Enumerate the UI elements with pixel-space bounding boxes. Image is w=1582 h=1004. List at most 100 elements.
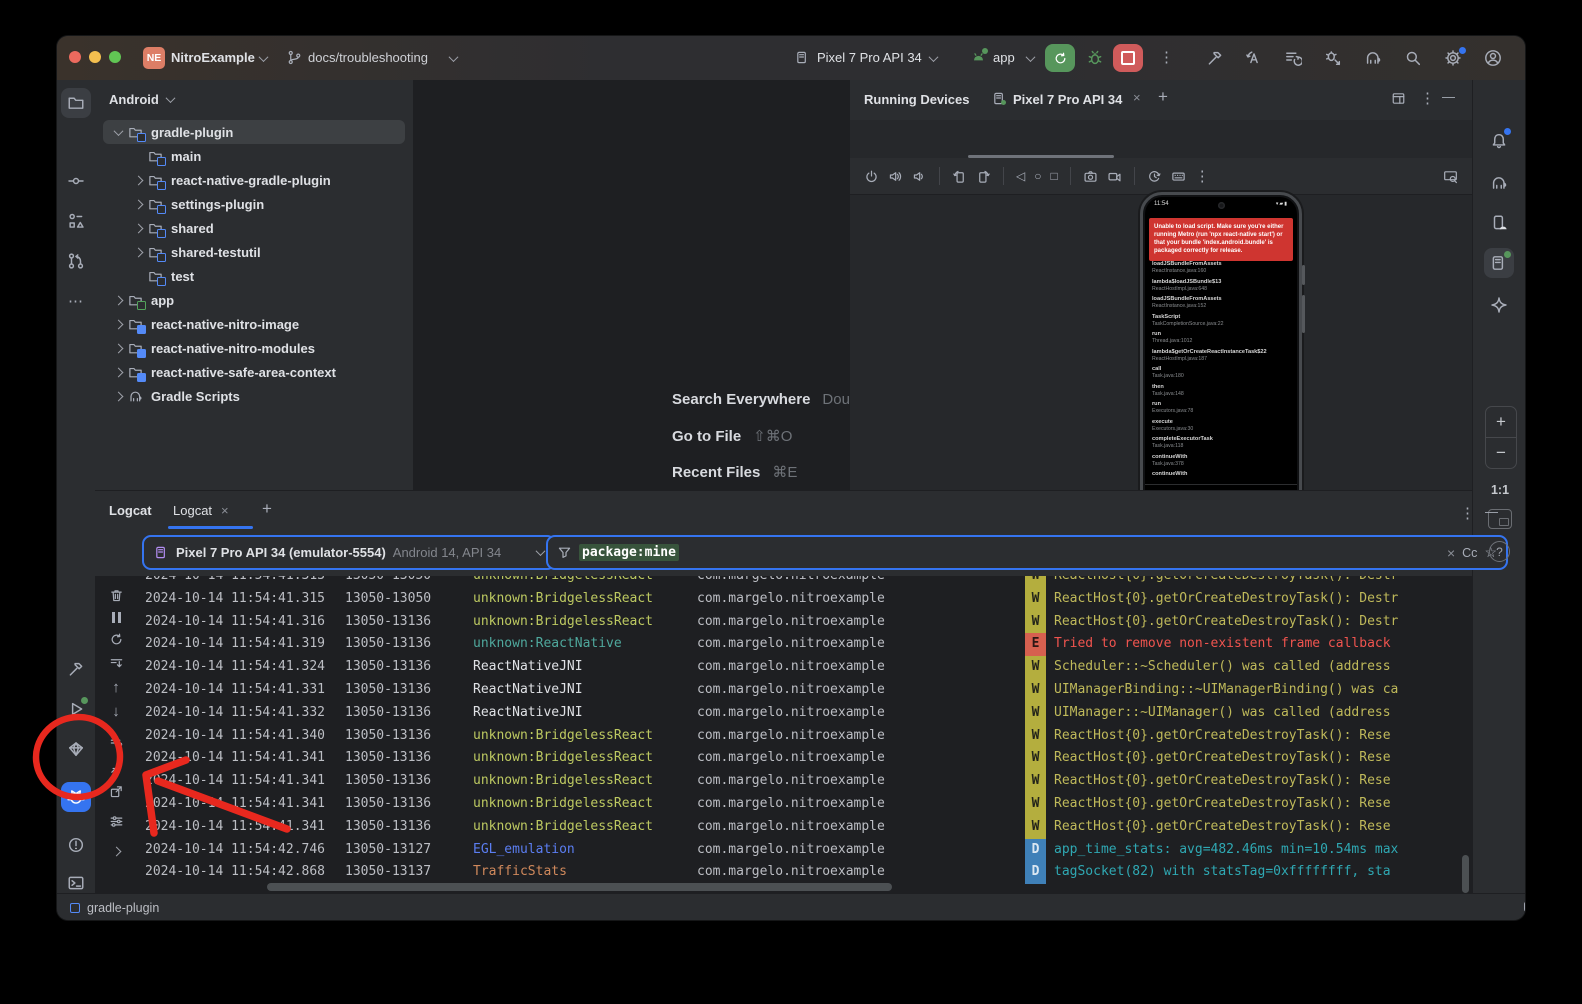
log-row[interactable]: 2024-10-14 11:54:41.33213050-13136ReactN…: [137, 702, 1472, 725]
hardware-input-icon[interactable]: [1171, 169, 1186, 184]
rerun-tests-icon[interactable]: [1284, 49, 1302, 67]
hide-panel-icon[interactable]: —: [1442, 90, 1455, 103]
chevron-right-icon[interactable]: [133, 247, 143, 257]
tree-item[interactable]: test: [103, 264, 405, 288]
search-icon[interactable]: [1404, 49, 1422, 67]
log-row[interactable]: 2024-10-14 11:54:41.31513050-13050unknow…: [137, 588, 1472, 611]
log-row[interactable]: 2024-10-14 11:54:41.33113050-13136ReactN…: [137, 679, 1472, 702]
next-occurrence-icon[interactable]: ↓: [112, 704, 120, 719]
chevron-right-icon[interactable]: [113, 391, 123, 401]
status-module-label[interactable]: gradle-plugin: [87, 901, 159, 915]
zoom-out-button[interactable]: −: [1485, 438, 1517, 469]
clear-filter-icon[interactable]: ×: [1447, 545, 1455, 561]
notifications-bell-button[interactable]: [1484, 126, 1514, 156]
chevron-right-icon[interactable]: [111, 847, 121, 857]
structure-tool-button[interactable]: [61, 206, 91, 236]
screen-search-icon[interactable]: [1443, 169, 1458, 184]
tree-item[interactable]: react-native-nitro-modules: [103, 336, 405, 360]
logcat-log-view[interactable]: 2024-10-14 11:54:41.31313050-13050unknow…: [137, 576, 1472, 894]
clear-logcat-icon[interactable]: [109, 588, 124, 603]
soft-wrap-icon[interactable]: [109, 656, 124, 671]
more-actions-button[interactable]: ⋮: [1159, 50, 1174, 65]
app-quality-insights-button[interactable]: [61, 734, 91, 764]
tree-item[interactable]: shared: [103, 216, 405, 240]
chevron-right-icon[interactable]: [113, 367, 123, 377]
log-row[interactable]: 2024-10-14 11:54:41.31313050-13050unknow…: [137, 576, 1472, 588]
logcat-filter-field[interactable]: package:mine × Cc ☆: [546, 535, 1508, 570]
zoom-reset-button[interactable]: 1:1: [1485, 483, 1515, 497]
rerun-button[interactable]: [1045, 44, 1075, 72]
logcat-tool-button[interactable]: [61, 782, 91, 812]
log-row[interactable]: 2024-10-14 11:54:41.32413050-13136ReactN…: [137, 656, 1472, 679]
stop-button[interactable]: [1113, 44, 1143, 72]
chevron-right-icon[interactable]: [113, 319, 123, 329]
logcat-help-button[interactable]: ?: [1489, 541, 1510, 562]
restart-logcat-icon[interactable]: [109, 632, 124, 647]
build-tool-button[interactable]: [61, 654, 91, 684]
close-tab-icon[interactable]: ×: [1133, 91, 1141, 104]
chevron-down-icon[interactable]: [113, 126, 123, 136]
log-row[interactable]: 2024-10-14 11:54:41.34113050-13136unknow…: [137, 770, 1472, 793]
minimize-window-button[interactable]: [89, 51, 101, 63]
match-case-toggle[interactable]: Cc: [1462, 546, 1477, 560]
pause-logcat-icon[interactable]: [112, 612, 121, 623]
chevron-right-icon[interactable]: [133, 175, 143, 185]
gradle-sync-icon[interactable]: [1364, 49, 1382, 67]
more-tools-button[interactable]: ⋯: [61, 286, 91, 316]
tree-item[interactable]: react-native-gradle-plugin: [103, 168, 405, 192]
rotate-right-icon[interactable]: [976, 169, 991, 184]
pull-requests-tool-button[interactable]: [61, 246, 91, 276]
project-tool-button[interactable]: [61, 88, 91, 118]
chevron-right-icon[interactable]: [113, 343, 123, 353]
tree-item[interactable]: react-native-nitro-image: [103, 312, 405, 336]
maximize-window-button[interactable]: [109, 51, 121, 63]
overview-button-icon[interactable]: □: [1050, 170, 1057, 182]
log-row[interactable]: 2024-10-14 11:54:41.34113050-13136unknow…: [137, 816, 1472, 839]
tree-item[interactable]: Gradle Scripts: [103, 384, 405, 408]
translate-icon[interactable]: [1245, 49, 1263, 67]
new-device-tab-button[interactable]: +: [1158, 88, 1168, 105]
export-logs-icon[interactable]: [109, 784, 124, 799]
run-config-selector[interactable]: app: [993, 50, 1015, 65]
tree-item[interactable]: app: [103, 288, 405, 312]
new-logcat-tab-button[interactable]: +: [262, 499, 272, 519]
screen-sharing-icon[interactable]: [1523, 900, 1525, 915]
log-row[interactable]: 2024-10-14 11:54:42.74613050-13127EGL_em…: [137, 839, 1472, 862]
filter-query[interactable]: package:mine: [579, 544, 679, 561]
run-tool-button[interactable]: [61, 694, 91, 724]
project-view-selector[interactable]: Android: [109, 92, 159, 107]
home-button-icon[interactable]: ○: [1034, 170, 1041, 182]
scroll-to-end-icon[interactable]: [109, 736, 124, 751]
screen-record-icon[interactable]: [1107, 169, 1122, 184]
attach-debugger-icon[interactable]: [1324, 49, 1342, 67]
project-selector[interactable]: NitroExample: [171, 50, 255, 65]
device-selector[interactable]: Pixel 7 Pro API 34: [817, 50, 922, 65]
chevron-right-icon[interactable]: [133, 199, 143, 209]
screenshot-icon[interactable]: [1083, 169, 1098, 184]
tree-item[interactable]: shared-testutil: [103, 240, 405, 264]
chevron-right-icon[interactable]: [113, 295, 123, 305]
device-tab[interactable]: Pixel 7 Pro API 34: [1013, 92, 1122, 107]
volume-down-icon[interactable]: [912, 169, 927, 184]
layout-icon[interactable]: [1391, 91, 1406, 106]
commit-tool-button[interactable]: [61, 166, 91, 196]
rotate-left-icon[interactable]: [952, 169, 967, 184]
device-manager-button[interactable]: [1484, 208, 1514, 238]
tree-item[interactable]: main: [103, 144, 405, 168]
tree-item[interactable]: settings-plugin: [103, 192, 405, 216]
debug-button[interactable]: [1086, 49, 1104, 67]
collapse-all-icon[interactable]: [109, 760, 124, 775]
branch-selector[interactable]: docs/troubleshooting: [308, 50, 428, 65]
emulator-more-icon[interactable]: ⋮: [1195, 169, 1210, 184]
vertical-scrollbar[interactable]: [1462, 855, 1469, 893]
logcat-device-selector[interactable]: Pixel 7 Pro API 34 (emulator-5554) Andro…: [142, 535, 556, 570]
log-row[interactable]: 2024-10-14 11:54:41.34113050-13136unknow…: [137, 747, 1472, 770]
gradle-tool-button[interactable]: [1484, 168, 1514, 198]
close-tab-icon[interactable]: ×: [221, 503, 229, 518]
logcat-options-icon[interactable]: ⋮: [1460, 506, 1475, 521]
logcat-tab[interactable]: Logcat ×: [173, 503, 229, 518]
running-devices-button[interactable]: [1484, 248, 1514, 278]
tree-item[interactable]: react-native-safe-area-context: [103, 360, 405, 384]
log-row[interactable]: 2024-10-14 11:54:42.86813050-13137Traffi…: [137, 861, 1472, 884]
account-avatar-icon[interactable]: [1484, 49, 1502, 67]
